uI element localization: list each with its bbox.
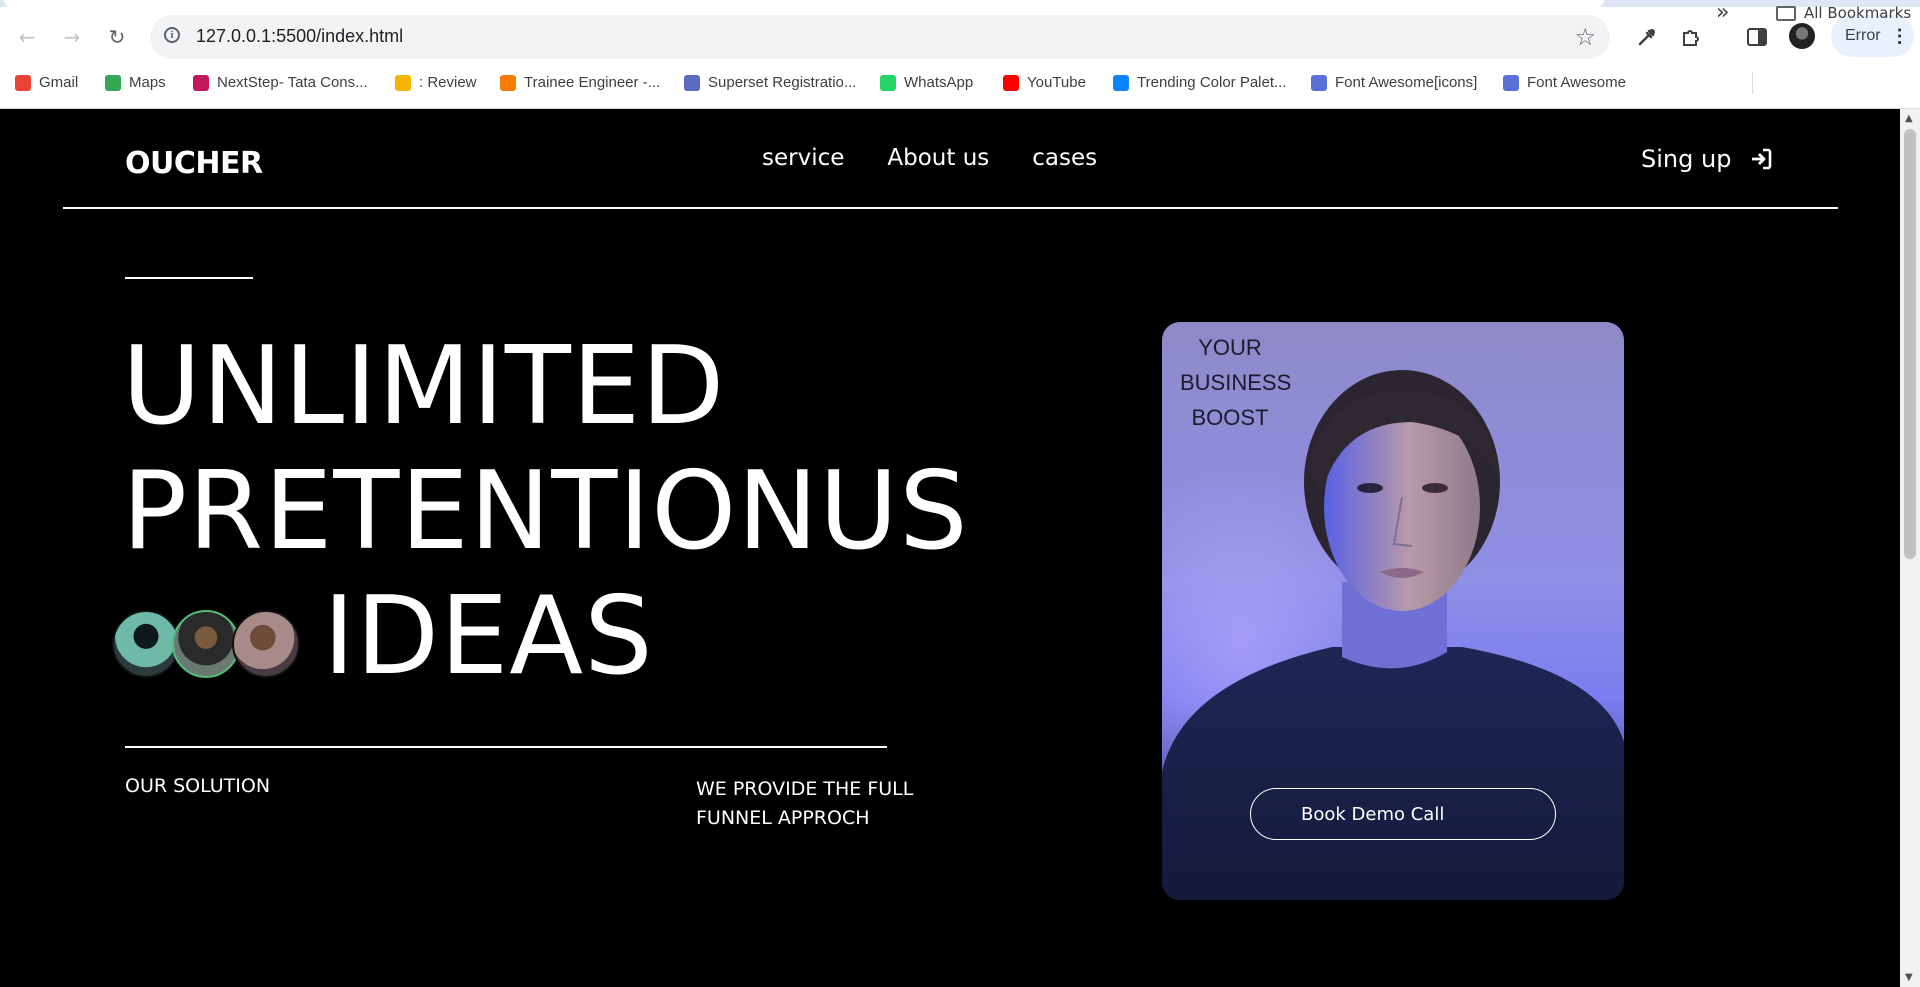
site-info-icon[interactable]: i <box>164 27 180 43</box>
maps-icon <box>105 74 121 91</box>
bookmark-label: WhatsApp <box>904 74 974 91</box>
bookmark-label: Maps <box>129 74 166 91</box>
nav-link-cases[interactable]: cases <box>1032 145 1097 171</box>
bookmark-star-icon[interactable]: ☆ <box>1574 23 1596 51</box>
solution-divider <box>125 746 887 748</box>
flag-icon <box>1503 74 1519 91</box>
page-viewport: OUCHER service About us cases Sing up UN… <box>0 109 1900 987</box>
url-text[interactable]: 127.0.0.1:5500/index.html <box>196 26 403 47</box>
coolors-icon <box>1113 74 1129 91</box>
bookmarks-separator <box>1752 72 1753 94</box>
bookmark-maps[interactable]: Maps <box>105 74 166 91</box>
bookmark-label: Font Awesome[icons] <box>1335 74 1478 91</box>
avatar-group <box>112 610 300 678</box>
scroll-down-icon[interactable]: ▼ <box>1905 972 1913 983</box>
bookmark-nextstep-tata-cons[interactable]: NextStep- Tata Cons... <box>193 74 368 91</box>
our-solution-label: OUR SOLUTION <box>125 775 271 797</box>
more-menu-icon[interactable]: ⋮ <box>1891 26 1909 47</box>
bookmark-whatsapp[interactable]: WhatsApp <box>880 74 973 91</box>
whatsapp-icon <box>880 74 896 91</box>
extensions-puzzle-icon[interactable] <box>1674 20 1708 54</box>
sign-in-icon <box>1752 148 1772 170</box>
site-logo[interactable]: OUCHER <box>125 146 263 181</box>
bookmark-review[interactable]: : Review <box>395 74 477 91</box>
address-bar[interactable]: i 127.0.0.1:5500/index.html ☆ <box>150 15 1610 59</box>
nav-link-about-us[interactable]: About us <box>887 145 989 171</box>
folder-icon <box>1776 5 1796 21</box>
reload-icon[interactable]: ↻ <box>100 20 134 54</box>
tab-strip <box>0 0 1920 7</box>
bookmark-label: : Review <box>419 74 477 91</box>
page-scrollbar[interactable]: ▲ ▼ <box>1900 109 1920 987</box>
all-bookmarks-label: All Bookmarks <box>1804 4 1912 22</box>
provide-text: WE PROVIDE THE FULL FUNNEL APPROCH <box>696 778 914 829</box>
review-icon <box>395 74 411 91</box>
forward-arrow-icon[interactable]: → <box>55 20 89 54</box>
bookmarks-bar: Gmail Maps NextStep- Tata Cons... : Review T… <box>0 70 1920 98</box>
tcs-icon <box>193 74 209 91</box>
hero-image-card: YOUR BUSINESS BOOST Book Demo Call <box>1162 322 1624 900</box>
side-panel-icon[interactable] <box>1740 20 1774 54</box>
bookmark-label: Trainee Engineer -... <box>524 74 661 91</box>
book-demo-call-button[interactable]: Book Demo Call <box>1250 788 1556 840</box>
gmail-icon <box>15 74 31 91</box>
active-tab[interactable] <box>4 0 1604 7</box>
youtube-icon <box>1003 74 1019 91</box>
profile-avatar[interactable] <box>1789 23 1815 49</box>
card-tagline: YOUR BUSINESS BOOST <box>1180 335 1292 430</box>
hero-title-line-1: UNLIMITED <box>122 324 726 449</box>
bookmark-gmail[interactable]: Gmail <box>15 74 78 91</box>
bookmark-label: Gmail <box>39 74 79 91</box>
trainee-icon <box>500 74 516 91</box>
hero-title-line-2: PRETENTIONUS <box>122 449 969 574</box>
bookmark-youtube[interactable]: YouTube <box>1003 74 1086 91</box>
avatar <box>232 610 300 678</box>
bookmark-label: Superset Registratio... <box>708 74 857 91</box>
bookmark-label: NextStep- Tata Cons... <box>217 74 368 91</box>
signup-label: Sing up <box>1641 145 1732 173</box>
flag-icon <box>1311 74 1327 91</box>
browser-chrome: ← → ↻ i 127.0.0.1:5500/index.html ☆ Erro… <box>0 0 1920 109</box>
signup-link[interactable]: Sing up <box>1641 145 1773 173</box>
back-arrow-icon[interactable]: ← <box>10 20 44 54</box>
profile-error-label: Error <box>1845 27 1881 44</box>
bookmark-font-awesome-icons[interactable]: Font Awesome[icons] <box>1311 74 1477 91</box>
header-divider <box>63 207 1838 209</box>
eyedropper-icon[interactable] <box>1630 20 1664 54</box>
bookmark-trending-color-palet[interactable]: Trending Color Palet... <box>1113 74 1287 91</box>
all-bookmarks-button[interactable]: All Bookmarks <box>1776 4 1911 22</box>
hero-title-line-3: IDEAS <box>323 574 654 699</box>
bookmark-label: Font Awesome <box>1527 74 1626 91</box>
scroll-up-icon[interactable]: ▲ <box>1905 113 1913 124</box>
more-bookmarks-icon[interactable]: » <box>1716 0 1729 25</box>
scrollbar-thumb[interactable] <box>1904 129 1916 559</box>
avatar <box>112 610 180 678</box>
bookmark-font-awesome[interactable]: Font Awesome <box>1503 74 1626 91</box>
bookmark-label: YouTube <box>1027 74 1086 91</box>
bookmark-label: Trending Color Palet... <box>1137 74 1287 91</box>
nav-link-service[interactable]: service <box>762 145 844 171</box>
avatar <box>172 610 240 678</box>
superset-icon <box>684 74 700 91</box>
bookmark-trainee-engineer[interactable]: Trainee Engineer -... <box>500 74 660 91</box>
hero-accent-line <box>125 277 253 279</box>
site-nav: service About us cases <box>762 145 1097 171</box>
bookmark-superset-registratio[interactable]: Superset Registratio... <box>684 74 856 91</box>
